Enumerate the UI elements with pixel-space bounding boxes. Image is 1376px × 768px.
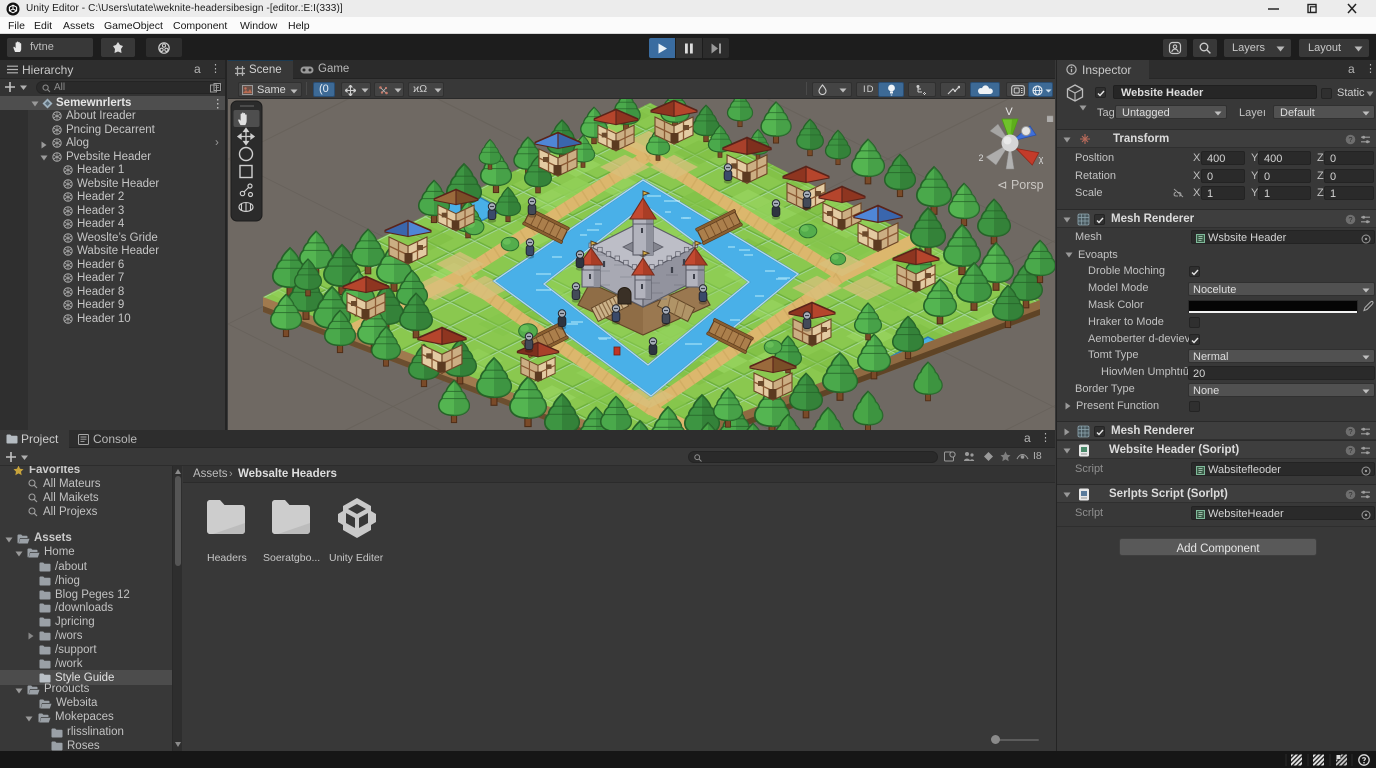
svg-text:?: ? — [1348, 135, 1352, 144]
svg-text:?: ? — [1348, 490, 1352, 499]
svg-text:▦: ▦ — [1046, 114, 1054, 123]
svg-text:⊲ Porsp: ⊲ Porsp — [997, 178, 1044, 192]
svg-text:?: ? — [1348, 215, 1352, 224]
svg-text:?: ? — [1348, 446, 1352, 455]
svg-text:χ: χ — [1039, 154, 1044, 164]
svg-text:2: 2 — [978, 153, 983, 163]
svg-text:V: V — [1005, 106, 1013, 118]
svg-text:?: ? — [1348, 427, 1352, 436]
